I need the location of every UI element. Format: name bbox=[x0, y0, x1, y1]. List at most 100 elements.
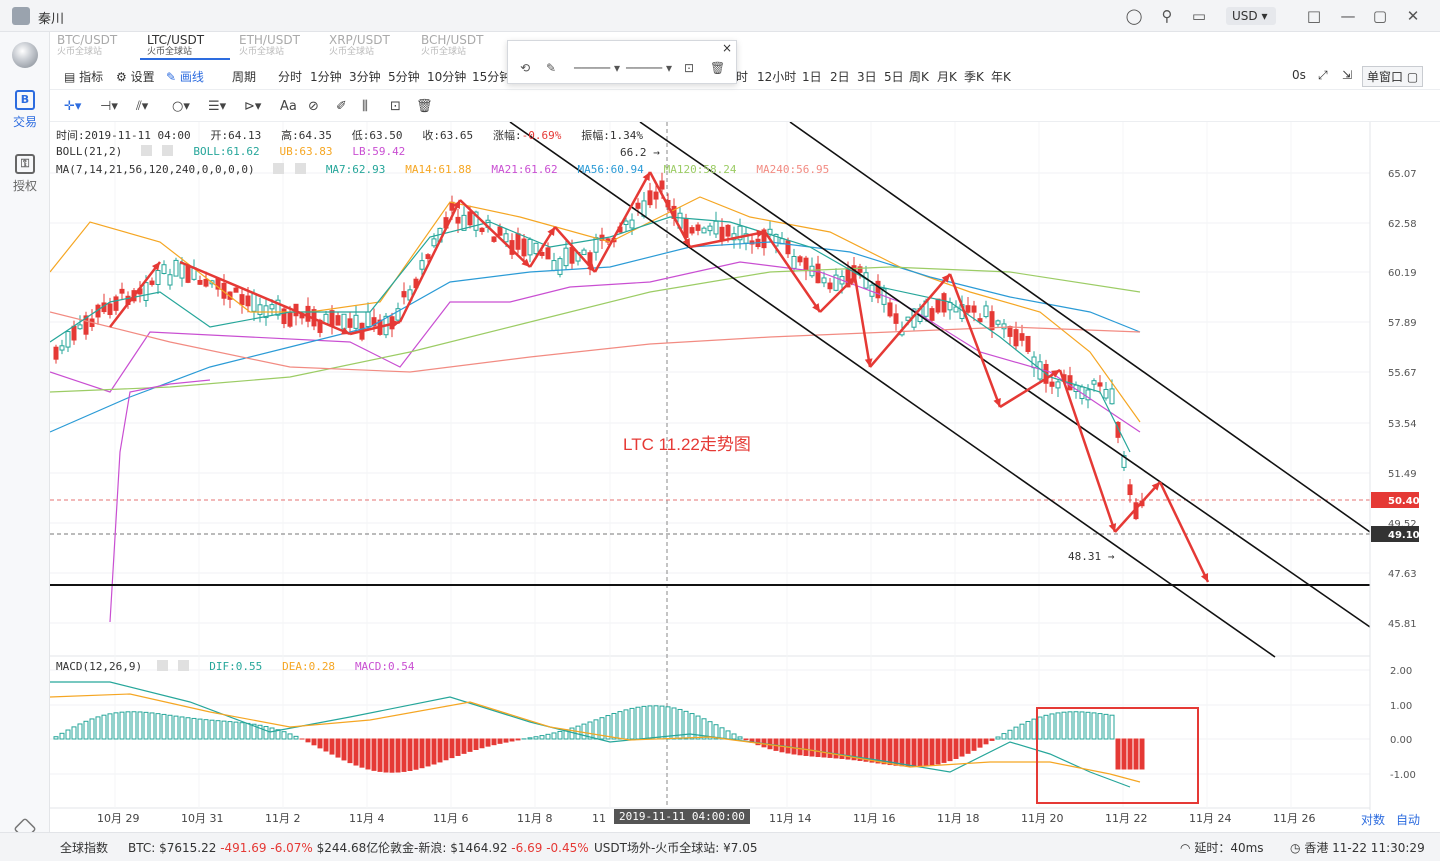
macd-bar bbox=[965, 738, 971, 754]
candle-body bbox=[815, 263, 821, 284]
price-tick-label: 47.63 bbox=[1388, 569, 1417, 580]
ma-settings-icon[interactable] bbox=[273, 163, 285, 174]
link-icon[interactable]: ⟲ bbox=[520, 61, 530, 75]
candle-body bbox=[269, 304, 275, 310]
macd-bar bbox=[179, 716, 185, 740]
period-tab[interactable]: 5分钟 bbox=[388, 68, 420, 85]
refresh-interval[interactable]: 0s bbox=[1292, 68, 1306, 82]
export-icon[interactable]: □ bbox=[1304, 6, 1324, 26]
tab-symbol: BCH/USDT bbox=[421, 33, 484, 47]
tab-eth-usdt[interactable]: ETH/USDT 火币全球站 bbox=[232, 34, 322, 60]
maximize-icon[interactable]: ▢ bbox=[1370, 6, 1390, 26]
period-tab[interactable]: 时 bbox=[736, 68, 748, 85]
period-tab[interactable]: 15分钟 bbox=[472, 68, 511, 85]
macd-dea: DEA:0.28 bbox=[282, 660, 336, 673]
crosshair-tool-icon[interactable]: ✛▾ bbox=[64, 99, 81, 114]
bitcoin-b-icon: B bbox=[15, 90, 35, 110]
lock-tool-icon[interactable]: ⊡ bbox=[390, 99, 401, 114]
candle-body bbox=[1127, 484, 1133, 496]
macd-bar bbox=[959, 738, 965, 757]
period-tab[interactable]: 1分钟 bbox=[310, 68, 342, 85]
period-tab[interactable]: 5日 bbox=[884, 68, 904, 85]
line-width-select[interactable]: ───── ▾ bbox=[574, 61, 620, 75]
tab-xrp-usdt[interactable]: XRP/USDT 火币全球站 bbox=[322, 34, 412, 60]
macd-bar bbox=[743, 738, 749, 741]
candle-body bbox=[533, 242, 539, 255]
macd-settings-icon[interactable] bbox=[156, 660, 168, 671]
macd-bar bbox=[221, 720, 227, 740]
price-chart[interactable]: 65.0762.5860.1957.8955.6753.5451.4949.52… bbox=[50, 122, 1440, 832]
latency-indicator: ◠ 延时：40ms bbox=[1180, 839, 1264, 856]
period-tab[interactable]: 季K bbox=[964, 68, 984, 85]
macd-bar bbox=[611, 712, 617, 740]
macd-bar bbox=[485, 738, 491, 747]
ma-close-icon[interactable] bbox=[294, 163, 306, 174]
boll-settings-icon[interactable] bbox=[140, 145, 152, 156]
close-icon[interactable]: ✕ bbox=[1403, 6, 1423, 26]
indicator-button[interactable]: ▤ 指标 bbox=[64, 68, 103, 85]
macd-bar bbox=[953, 738, 959, 759]
lock-drawing-icon[interactable]: ⊡ bbox=[684, 61, 694, 75]
candle-body bbox=[287, 312, 293, 327]
boll-close-icon[interactable] bbox=[162, 145, 174, 156]
btc-change: -491.69 bbox=[220, 841, 267, 855]
period-tab[interactable]: 1日 bbox=[802, 68, 822, 85]
period-tab[interactable]: 12小时 bbox=[757, 68, 796, 85]
macd-bar bbox=[473, 738, 479, 750]
date-tick-label: 11月 26 bbox=[1273, 812, 1316, 825]
macd-bar bbox=[359, 738, 365, 768]
shirt-icon[interactable]: ▭ bbox=[1189, 6, 1209, 26]
period-tab[interactable]: 3日 bbox=[857, 68, 877, 85]
delete-drawing-icon[interactable]: 🗑 bbox=[710, 61, 725, 75]
search-icon[interactable]: ⚲ bbox=[1157, 6, 1177, 26]
candle-toggle-icon[interactable]: ⫼ bbox=[362, 99, 368, 114]
sidebar-item-auth[interactable]: ⚿ 授权 bbox=[0, 154, 50, 194]
candle-body bbox=[449, 201, 455, 211]
line-style-select[interactable]: ───── ▾ bbox=[626, 61, 672, 75]
period-tab[interactable]: 周K bbox=[909, 68, 929, 85]
fullscreen-icon[interactable]: ⤢ bbox=[1318, 68, 1328, 83]
tab-bch-usdt[interactable]: BCH/USDT 火币全球站 bbox=[414, 34, 504, 60]
delete-all-icon[interactable]: 🗑 bbox=[416, 99, 433, 114]
tab-btc-usdt[interactable]: BTC/USDT 火币全球站 bbox=[50, 34, 140, 60]
bell-icon[interactable]: ◯ bbox=[1124, 6, 1144, 26]
tab-ltc-usdt[interactable]: LTC/USDT 火币全球站 bbox=[140, 34, 230, 60]
parallel-line-tool-icon[interactable]: ⫽▾ bbox=[136, 99, 148, 114]
date-tick-label: 11月 2 bbox=[265, 812, 301, 825]
period-tab[interactable]: 2日 bbox=[830, 68, 850, 85]
macd-bar bbox=[203, 719, 209, 740]
macd-bar bbox=[515, 738, 521, 741]
period-tab[interactable]: 年K bbox=[991, 68, 1011, 85]
period-tab[interactable]: 月K bbox=[937, 68, 957, 85]
text-tool-icon[interactable]: Aa bbox=[280, 99, 297, 114]
pattern-tool-icon[interactable]: ⊳▾ bbox=[244, 99, 261, 114]
magnet-tool-icon[interactable]: ✐ bbox=[336, 99, 347, 114]
minimize-icon[interactable]: — bbox=[1338, 6, 1358, 26]
period-tab[interactable]: 分时 bbox=[278, 68, 302, 85]
popup-close-button[interactable]: × bbox=[722, 41, 732, 55]
pen-color-icon[interactable]: ✎ bbox=[546, 61, 556, 75]
candle-body bbox=[233, 287, 239, 293]
draw-button[interactable]: ✎ 画线 bbox=[166, 68, 204, 85]
macd-close-icon[interactable] bbox=[178, 660, 190, 671]
window-mode-select[interactable]: 单窗口 ▢ bbox=[1362, 66, 1424, 87]
ruler-tool-icon[interactable]: ⊘ bbox=[308, 99, 319, 114]
fibonacci-tool-icon[interactable]: ☰▾ bbox=[208, 99, 226, 114]
period-tab[interactable]: 10分钟 bbox=[427, 68, 466, 85]
period-tab[interactable]: 3分钟 bbox=[349, 68, 381, 85]
candle-body bbox=[797, 256, 803, 263]
currency-select[interactable]: USD ▾ bbox=[1226, 7, 1276, 25]
line-tool-icon[interactable]: ⊣▾ bbox=[100, 99, 118, 114]
global-index-label[interactable]: 全球指数 bbox=[60, 839, 108, 856]
macd-bar bbox=[263, 726, 269, 740]
macd-bar bbox=[479, 738, 485, 749]
settings-button[interactable]: ⚙ 设置 bbox=[116, 68, 155, 85]
macd-bar bbox=[353, 738, 359, 766]
auto-scale-button[interactable]: 自动 bbox=[1396, 811, 1420, 828]
sidebar-item-trade[interactable]: B 交易 bbox=[0, 90, 50, 130]
log-scale-button[interactable]: 对数 bbox=[1361, 811, 1385, 828]
user-name[interactable]: 秦川 bbox=[38, 8, 64, 27]
user-avatar-icon[interactable] bbox=[12, 7, 30, 25]
shape-tool-icon[interactable]: ○▾ bbox=[172, 99, 190, 114]
collapse-icon[interactable]: ⇲ bbox=[1342, 68, 1352, 82]
